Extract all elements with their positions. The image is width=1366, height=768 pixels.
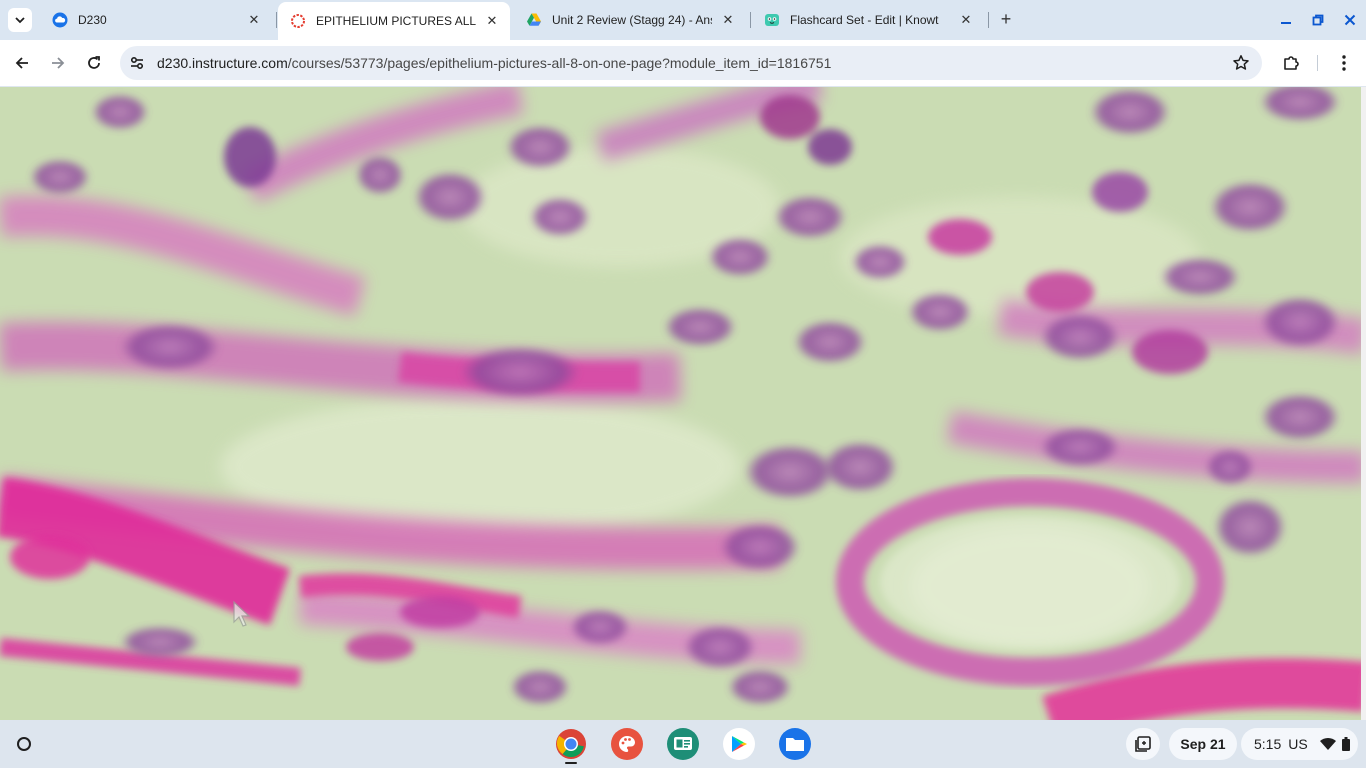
launcher-button[interactable] [12,732,36,756]
google-drive-icon [527,13,541,26]
close-window-button[interactable] [1338,8,1362,32]
tab-separator [276,12,277,28]
play-store-icon [732,736,747,752]
tote-button[interactable] [1126,728,1160,760]
close-icon[interactable]: ✕ [246,12,262,28]
close-icon[interactable]: ✕ [958,12,974,28]
minimize-button[interactable] [1274,8,1298,32]
restore-icon [1312,14,1324,26]
extensions-button[interactable] [1279,51,1303,75]
close-icon[interactable]: ✕ [484,13,500,29]
play-store-app[interactable] [723,728,755,760]
close-icon [1344,14,1356,26]
url-domain: d230.instructure.com [157,55,288,71]
tab-separator [988,12,989,28]
locale-label: US [1288,736,1308,752]
toolbar-divider [1317,55,1318,71]
tab-title: D230 [78,13,107,27]
classroom-app[interactable] [667,728,699,760]
files-icon [786,738,804,751]
more-vert-icon [1342,55,1346,71]
tote-icon [1135,736,1151,752]
os-shelf: Sep 21 5:15 US [0,720,1366,768]
page-content [0,87,1366,720]
histology-micrograph-icon [0,87,1366,720]
palette-icon [619,736,635,752]
chrome-icon [556,729,586,759]
calendar-button[interactable]: Sep 21 [1169,728,1237,760]
new-tab-button[interactable]: + [996,10,1016,30]
url-path: /courses/53773/pages/epithelium-pictures… [287,55,832,71]
knowt-icon [765,14,779,26]
menu-button[interactable] [1332,51,1356,75]
url-text: d230.instructure.com/courses/53773/pages… [157,55,831,71]
files-app[interactable] [779,728,811,760]
palette-app[interactable] [611,728,643,760]
star-icon[interactable] [1232,54,1250,72]
tab-knowt[interactable]: Flashcard Set - Edit | Knowt ✕ [752,4,984,36]
puzzle-icon [1284,56,1299,70]
tab-d230[interactable]: D230 ✕ [40,4,272,36]
reload-icon [88,56,100,69]
wifi-icon [1319,737,1336,750]
site-settings-icon[interactable] [128,54,146,72]
reload-button[interactable] [82,51,106,75]
app-running-indicator [565,762,577,764]
browser-toolbar: d230.instructure.com/courses/53773/pages… [0,40,1366,86]
tab-strip: D230 ✕ EPITHELIUM PICTURES ALL 8 ON ONE … [0,0,1366,40]
tab-title: Unit 2 Review (Stagg 24) - Answer Key [552,13,712,27]
mouse-cursor-icon [233,600,251,627]
chrome-app[interactable] [555,728,587,760]
tab-title: EPITHELIUM PICTURES ALL 8 ON ONE PAGE [316,14,476,28]
close-icon[interactable]: ✕ [720,12,736,28]
tab-title: Flashcard Set - Edit | Knowt [790,13,939,27]
time-label: 5:15 [1254,736,1282,752]
canvas-icon [291,14,305,28]
maximize-button[interactable] [1306,8,1330,32]
status-area-button[interactable]: 5:15 US [1241,728,1358,760]
forward-button[interactable] [46,51,70,75]
tab-unit2-review[interactable]: Unit 2 Review (Stagg 24) - Answer Key ✕ [514,4,746,36]
tab-epithelium[interactable]: EPITHELIUM PICTURES ALL 8 ON ONE PAGE ✕ [278,2,510,40]
classroom-icon [674,737,692,750]
plus-icon: + [1000,9,1012,29]
cloud-icon [52,12,68,28]
launcher-icon [17,737,31,751]
chevron-down-icon [15,17,25,24]
page-scrollbar[interactable] [1361,87,1366,720]
address-bar[interactable]: d230.instructure.com/courses/53773/pages… [120,46,1262,80]
tab-search-button[interactable] [8,8,32,32]
minimize-icon [1281,22,1291,24]
date-label: Sep 21 [1180,736,1226,752]
back-button[interactable] [10,51,34,75]
arrow-right-icon [52,57,65,69]
arrow-left-icon [15,57,28,69]
battery-icon [1341,737,1350,751]
tab-separator [750,12,751,28]
